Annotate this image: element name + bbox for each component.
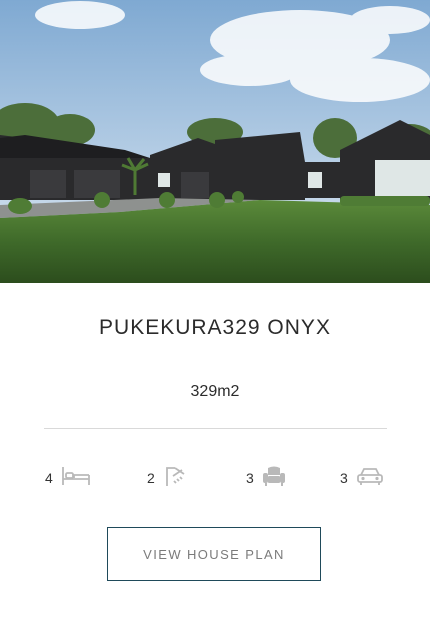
living-feature: 3 [246, 463, 286, 493]
house-rendering-image[interactable] [0, 0, 430, 283]
view-house-plan-button[interactable]: VIEW HOUSE PLAN [107, 527, 321, 581]
car-icon [356, 466, 384, 491]
armchair-icon [262, 465, 286, 492]
house-plan-card: PUKEKURA329 ONYX 329m2 4 2 3 3 VIEW HOUS… [0, 0, 430, 633]
bedrooms-count: 4 [45, 470, 53, 486]
house-plan-title[interactable]: PUKEKURA329 ONYX [0, 316, 430, 340]
bedrooms-feature: 4 [45, 463, 91, 493]
bed-icon [61, 465, 91, 492]
bathrooms-count: 2 [147, 470, 155, 486]
living-count: 3 [246, 470, 254, 486]
feature-list: 4 2 3 3 [0, 463, 430, 493]
divider [44, 428, 387, 429]
garage-feature: 3 [340, 463, 384, 493]
bath-icon [163, 464, 189, 493]
floor-area: 329m2 [190, 383, 240, 400]
bathrooms-feature: 2 [147, 463, 189, 493]
garage-count: 3 [340, 470, 348, 486]
